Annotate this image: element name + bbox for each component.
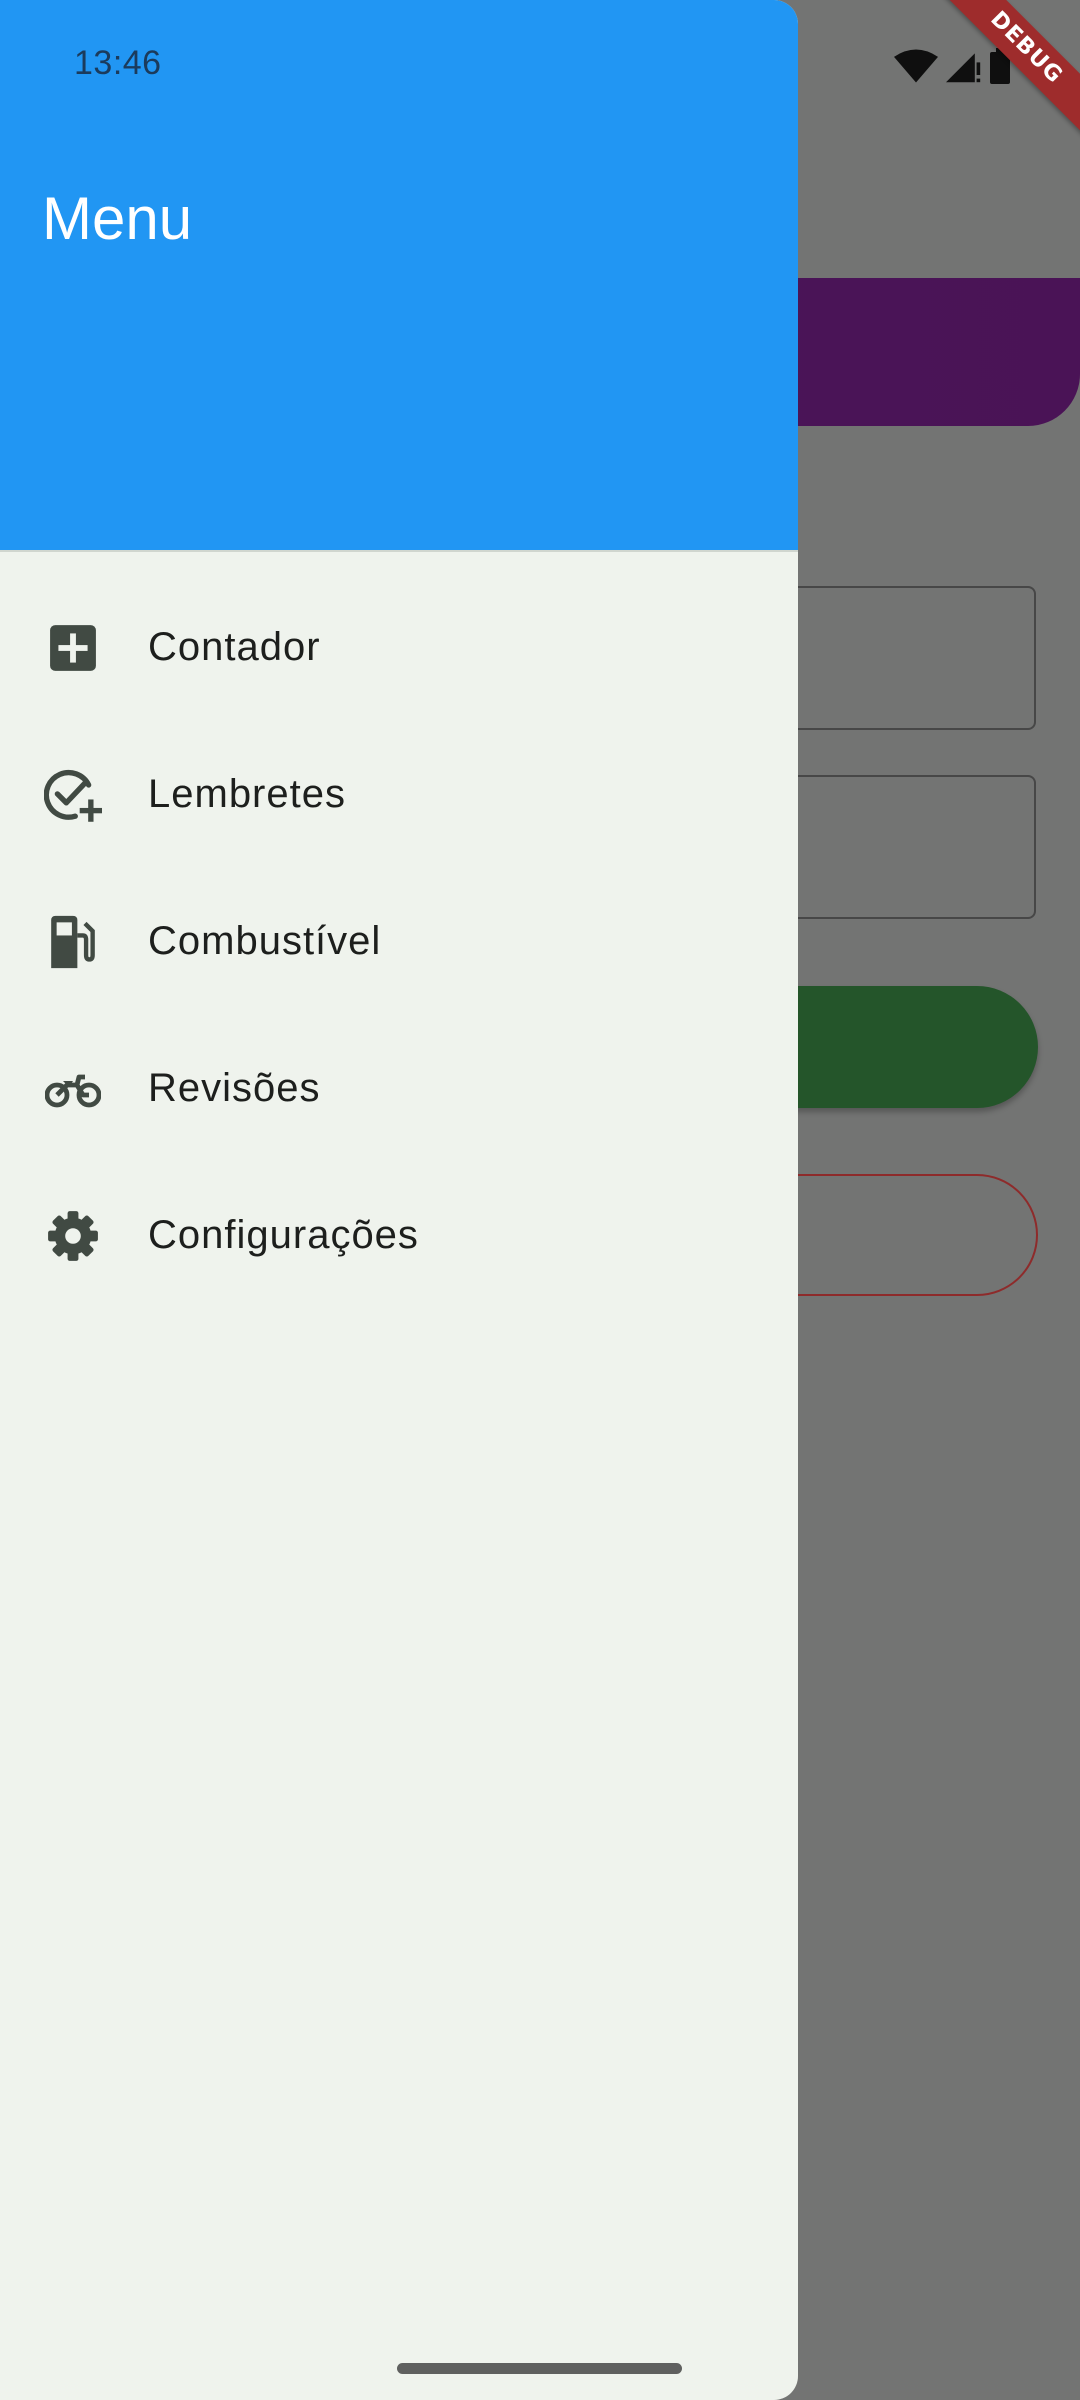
menu-item-label: Lembretes (148, 772, 346, 816)
drawer-header: 13:46 Menu (0, 0, 798, 552)
menu-item-label: Configurações (148, 1213, 419, 1257)
menu-item-label: Revisões (148, 1066, 321, 1110)
status-bar-time: 13:46 (74, 44, 162, 82)
add-box-icon (44, 619, 102, 677)
status-bar-icons (894, 48, 1010, 89)
menu-item-label: Combustível (148, 919, 382, 963)
menu-item-combustivel[interactable]: Combustível (0, 868, 798, 1015)
menu-item-lembretes[interactable]: Lembretes (0, 721, 798, 868)
cell-signal-icon (946, 49, 982, 88)
wifi-icon (894, 49, 938, 88)
drawer-title: Menu (42, 185, 193, 252)
menu-item-configuracoes[interactable]: Configurações (0, 1162, 798, 1309)
navigation-drawer: 13:46 Menu Contador Lembretes Combustíve… (0, 0, 798, 2400)
menu-item-revisoes[interactable]: Revisões (0, 1015, 798, 1162)
drawer-menu-list: Contador Lembretes Combustível Revisões (0, 574, 798, 1309)
screen: DEBUG 13:46 Menu Contador Lembretes Comb… (0, 0, 1080, 2400)
gas-station-icon (44, 913, 102, 971)
menu-item-contador[interactable]: Contador (0, 574, 798, 721)
motorcycle-icon (44, 1060, 102, 1118)
home-indicator-bar[interactable] (397, 2363, 682, 2374)
menu-item-label: Contador (148, 625, 321, 669)
settings-gear-icon (44, 1207, 102, 1265)
task-add-icon (44, 766, 102, 824)
